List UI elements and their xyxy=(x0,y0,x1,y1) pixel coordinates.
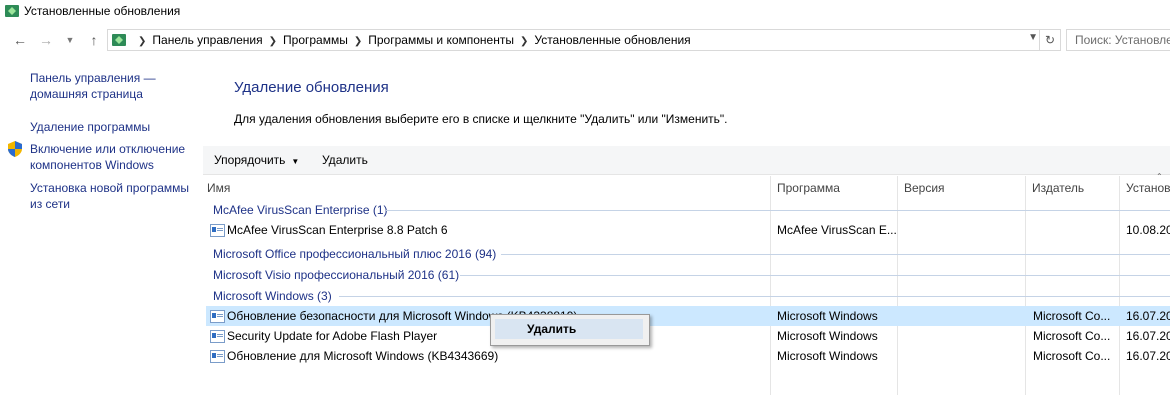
list-item[interactable]: Обновление для Microsoft Windows (KB4343… xyxy=(206,346,1170,366)
organize-label: Упорядочить xyxy=(214,153,286,167)
chevron-right-icon[interactable]: ❯ xyxy=(269,36,277,47)
navigation-bar: ← → ▼ ↑ ❯ Панель управления ❯ Программы ❯ Про… xyxy=(0,27,1170,53)
group-header-office[interactable]: Microsoft Office профессиональный плюс 2… xyxy=(213,247,496,261)
row-installed: 16.07.201 xyxy=(1126,349,1170,363)
up-arrow-icon[interactable]: ↑ xyxy=(86,32,102,48)
sidebar-home-line2: домашняя страница xyxy=(30,87,143,101)
sidebar-network-install-link[interactable]: Установка новой программы из сети xyxy=(30,180,195,212)
row-program: Microsoft Windows xyxy=(777,349,878,363)
recent-dropdown-icon[interactable]: ▼ xyxy=(62,32,78,48)
update-icon xyxy=(210,224,225,237)
chevron-right-icon[interactable]: ❯ xyxy=(138,36,146,47)
chevron-down-icon: ▼ xyxy=(291,157,300,166)
update-icon xyxy=(210,310,225,323)
back-arrow-icon[interactable]: ← xyxy=(12,32,28,48)
breadcrumb: ❯ Панель управления ❯ Программы ❯ Программы и… xyxy=(132,33,691,47)
row-publisher: Microsoft Co... xyxy=(1033,349,1111,363)
sidebar-home-link[interactable]: Панель управления — домашняя страница xyxy=(30,70,195,102)
crumb-control-panel[interactable]: Панель управления xyxy=(152,33,262,47)
row-installed: 10.08.201 xyxy=(1126,223,1170,237)
chevron-right-icon[interactable]: ❯ xyxy=(354,36,362,47)
column-header-publisher[interactable]: Издатель xyxy=(1032,181,1084,195)
sidebar-netinstall-line1: Установка новой программы xyxy=(30,181,189,195)
title-bar: Установленные обновления xyxy=(0,0,1170,24)
group-header-visio[interactable]: Microsoft Visio профессиональный 2016 (6… xyxy=(213,268,459,282)
organize-button[interactable]: Упорядочить ▼ xyxy=(214,153,299,167)
crumb-installed-updates[interactable]: Установленные обновления xyxy=(534,33,690,47)
crumb-programs-features[interactable]: Программы и компоненты xyxy=(368,33,514,47)
column-header-installed[interactable]: Установ xyxy=(1126,181,1170,195)
column-header-program[interactable]: Программа xyxy=(777,181,840,195)
delete-toolbar-button[interactable]: Удалить xyxy=(322,153,368,167)
row-program: Microsoft Windows xyxy=(777,309,878,323)
group-divider xyxy=(460,275,1170,276)
page-title: Удаление обновления xyxy=(234,79,389,96)
group-divider xyxy=(339,296,1170,297)
crumb-programs[interactable]: Программы xyxy=(283,33,348,47)
control-panel-icon xyxy=(5,5,19,17)
column-header-name[interactable]: Имя xyxy=(207,181,230,195)
row-name: Обновление для Microsoft Windows (KB4343… xyxy=(227,349,499,363)
control-panel-location-icon xyxy=(112,34,126,46)
group-divider xyxy=(386,210,1170,211)
row-installed: 16.07.201 xyxy=(1126,309,1170,323)
sidebar-uninstall-link[interactable]: Удаление программы xyxy=(30,119,195,135)
sidebar-home-line1: Панель управления — xyxy=(30,71,156,85)
context-menu-delete-label: Удалить xyxy=(527,322,577,336)
group-divider xyxy=(501,254,1170,255)
window-title: Установленные обновления xyxy=(24,4,181,18)
column-header-version[interactable]: Версия xyxy=(904,181,945,195)
update-icon xyxy=(210,330,225,343)
sidebar-features-line2: компонентов Windows xyxy=(30,158,154,172)
refresh-icon[interactable]: ↻ xyxy=(1039,30,1060,50)
sort-ascending-icon: ⌃ xyxy=(1156,172,1163,181)
page-description: Для удаления обновления выберите его в с… xyxy=(234,112,728,126)
row-installed: 16.07.201 xyxy=(1126,329,1170,343)
context-menu-delete-item[interactable]: Удалить xyxy=(495,319,643,339)
forward-arrow-icon[interactable]: → xyxy=(38,32,54,48)
group-header-windows[interactable]: Microsoft Windows (3) xyxy=(213,289,332,303)
shield-icon xyxy=(8,141,22,157)
row-name: McAfee VirusScan Enterprise 8.8 Patch 6 xyxy=(227,223,448,237)
list-item[interactable]: McAfee VirusScan Enterprise 8.8 Patch 6 … xyxy=(206,220,1170,240)
search-input[interactable]: Поиск: Установле xyxy=(1066,29,1170,51)
command-toolbar: Упорядочить ▼ Удалить xyxy=(203,146,1170,175)
sidebar-features-line1: Включение или отключение xyxy=(30,142,186,156)
row-publisher: Microsoft Co... xyxy=(1033,309,1111,323)
context-menu: Удалить xyxy=(490,314,650,346)
list-item[interactable]: Security Update for Adobe Flash Player M… xyxy=(206,326,1170,346)
address-dropdown-icon[interactable]: ▼ xyxy=(1028,32,1038,43)
list-item[interactable]: Обновление безопасности для Microsoft Wi… xyxy=(206,306,1170,326)
row-program: McAfee VirusScan E... xyxy=(777,223,897,237)
row-program: Microsoft Windows xyxy=(777,329,878,343)
group-header-mcafee[interactable]: McAfee VirusScan Enterprise (1) xyxy=(213,203,388,217)
update-icon xyxy=(210,350,225,363)
address-bar[interactable]: ❯ Панель управления ❯ Программы ❯ Программы и… xyxy=(107,29,1061,51)
sidebar-windows-features-link[interactable]: Включение или отключение компонентов Win… xyxy=(30,141,195,173)
chevron-right-icon[interactable]: ❯ xyxy=(520,36,528,47)
row-publisher: Microsoft Co... xyxy=(1033,329,1111,343)
search-placeholder: Поиск: Установле xyxy=(1075,33,1170,47)
sidebar-netinstall-line2: из сети xyxy=(30,197,71,211)
